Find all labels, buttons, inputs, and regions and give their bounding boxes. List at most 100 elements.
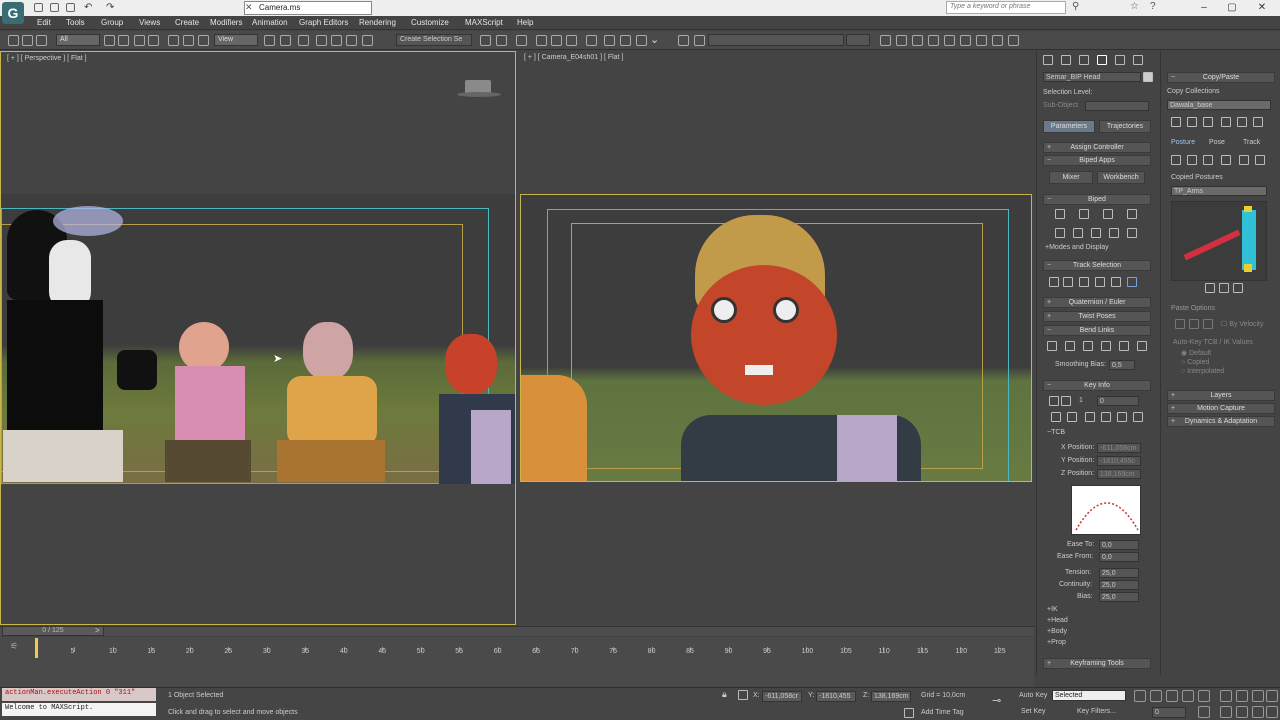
undo-icon[interactable]: ↶ [84,2,92,13]
mixer-button[interactable]: Mixer [1049,171,1093,184]
display-tab-icon[interactable] [1115,55,1125,65]
delete-all-postures-icon[interactable] [1255,155,1265,165]
keyboard-shortcut-icon[interactable] [298,35,309,46]
by-velocity-label[interactable]: ☐ By Velocity [1221,320,1263,328]
maximize-icon[interactable]: ▢ [1218,0,1246,16]
twist-individual-icon[interactable] [1083,341,1093,351]
curve-tool-icon[interactable] [880,35,891,46]
biped-playback-icon[interactable] [1055,228,1065,238]
y-position-field[interactable]: -1810,455c [1097,456,1141,466]
posture-icon-1[interactable] [1205,283,1215,293]
capture-snapshot-icon[interactable] [1221,155,1231,165]
set-key-icon[interactable] [1051,412,1061,422]
z-coordinate-field[interactable]: 138,169cm [871,691,911,702]
rectangle-selection-icon[interactable] [134,35,145,46]
body-vertical-icon[interactable] [1063,277,1073,287]
mirror-icon[interactable] [480,35,491,46]
time-slider[interactable]: 0 / 125 [2,626,104,636]
max-load-icon[interactable] [1253,117,1263,127]
orbit-icon[interactable] [1252,706,1264,718]
schematic-view-icon[interactable] [566,35,577,46]
x-position-field[interactable]: -611,058cm [1097,443,1141,453]
maximize-viewport-icon[interactable] [1266,706,1278,718]
set-key-button[interactable]: Set Key [1021,708,1046,715]
create-collection-icon[interactable] [1171,117,1181,127]
paste-opposite-icon[interactable] [1203,155,1213,165]
copied-radio[interactable]: ○ Copied [1181,359,1209,366]
copy-collection-dropdown[interactable]: Dawala_base [1167,100,1271,110]
default-radio[interactable]: ◉ Default [1181,349,1211,357]
absolute-mode-icon[interactable] [738,690,748,700]
twist-links-mode-icon[interactable] [1065,341,1075,351]
move-icon[interactable] [168,35,179,46]
scale-icon[interactable] [198,35,209,46]
play-icon[interactable] [1166,690,1178,702]
copied-posture-dropdown[interactable]: TP_Arms [1171,186,1267,196]
lock-com-icon[interactable] [1095,277,1105,287]
pivot-center-icon[interactable] [264,35,275,46]
posture-icon-3[interactable] [1233,283,1243,293]
move-all-mode-icon[interactable] [1127,228,1137,238]
viewport-label[interactable]: [ + ] [ Camera_E04sh01 ] [ Flat ] [524,54,623,61]
percent-snap-icon[interactable] [346,35,357,46]
binoculars-icon[interactable]: ⚲ [1072,1,1079,12]
footstep-mode-icon[interactable] [1079,209,1089,219]
parameters-button[interactable]: Parameters [1043,120,1095,133]
menu-modifiers[interactable]: Modifiers [210,18,242,27]
link-icon[interactable] [8,35,19,46]
curve-tool-3-icon[interactable] [912,35,923,46]
extra-field[interactable] [846,34,870,46]
curve-tool-8-icon[interactable] [992,35,1003,46]
zoom-extents-icon[interactable] [1252,690,1264,702]
open-file-icon[interactable] [50,3,59,12]
menu-edit[interactable]: Edit [37,18,51,27]
object-name-field[interactable]: Semar_BIP Head [1043,72,1141,82]
y-coordinate-field[interactable]: -1810,455 [816,691,856,702]
curve-tool-4-icon[interactable] [928,35,939,46]
zero-all-icon[interactable] [1137,341,1147,351]
curve-tool-6-icon[interactable] [960,35,971,46]
menu-maxscript[interactable]: MAXScript [465,18,503,27]
layers-rollout[interactable]: + Layers [1167,390,1275,401]
extra-tools-icon[interactable] [678,35,689,46]
workbench-button[interactable]: Workbench [1097,171,1145,184]
select-by-name-icon[interactable] [118,35,129,46]
add-time-tag[interactable]: Add Time Tag [921,709,964,716]
trajectories-button[interactable]: Trajectories [1099,120,1151,133]
bind-space-warp-icon[interactable] [36,35,47,46]
body-horizontal-icon[interactable] [1049,277,1059,287]
align-icon[interactable] [496,35,507,46]
puppet-bagong[interactable] [409,334,515,484]
app-logo-icon[interactable]: G [2,2,24,24]
time-tag-icon[interactable] [904,708,914,718]
close-window-icon[interactable]: ✕ [1248,0,1276,16]
curve-tool-7-icon[interactable] [976,35,987,46]
continuity-field[interactable]: 25,0 [1099,580,1139,590]
key-mode-icon[interactable]: ⊸ [992,694,1001,707]
modify-tab-icon[interactable] [1061,55,1071,65]
render-production-icon[interactable] [636,35,647,46]
modes-display-label[interactable]: +Modes and Display [1045,244,1109,251]
menu-group[interactable]: Group [101,18,123,27]
prev-key-icon[interactable] [1049,396,1059,406]
camera-viewport[interactable]: [ + ] [ Camera_E04sh01 ] [ Flat ] [518,51,1034,625]
select-object-icon[interactable] [104,35,115,46]
ik-label[interactable]: +IK [1047,606,1058,613]
bend-links-rollout[interactable]: − Bend Links [1043,325,1151,336]
menu-help[interactable]: Help [517,18,533,27]
key-selection-dropdown[interactable]: Selected [1052,690,1126,701]
angle-snap-icon[interactable] [331,35,342,46]
close-icon[interactable]: ✕ [245,2,255,12]
figure-mode-icon[interactable] [1055,209,1065,219]
tab-posture[interactable]: Posture [1171,139,1195,146]
rendered-frame-window-icon[interactable] [620,35,631,46]
body-rotation-icon[interactable] [1079,277,1089,287]
rotate-icon[interactable] [183,35,194,46]
window-crossing-icon[interactable] [148,35,159,46]
curve-tool-2-icon[interactable] [896,35,907,46]
set-free-key-icon[interactable] [1117,412,1127,422]
object-color-swatch[interactable] [1143,72,1153,82]
document-tab[interactable]: Camera.ms [244,1,372,15]
puppet-semar[interactable] [3,200,157,482]
smooth-twist-icon[interactable] [1101,341,1111,351]
